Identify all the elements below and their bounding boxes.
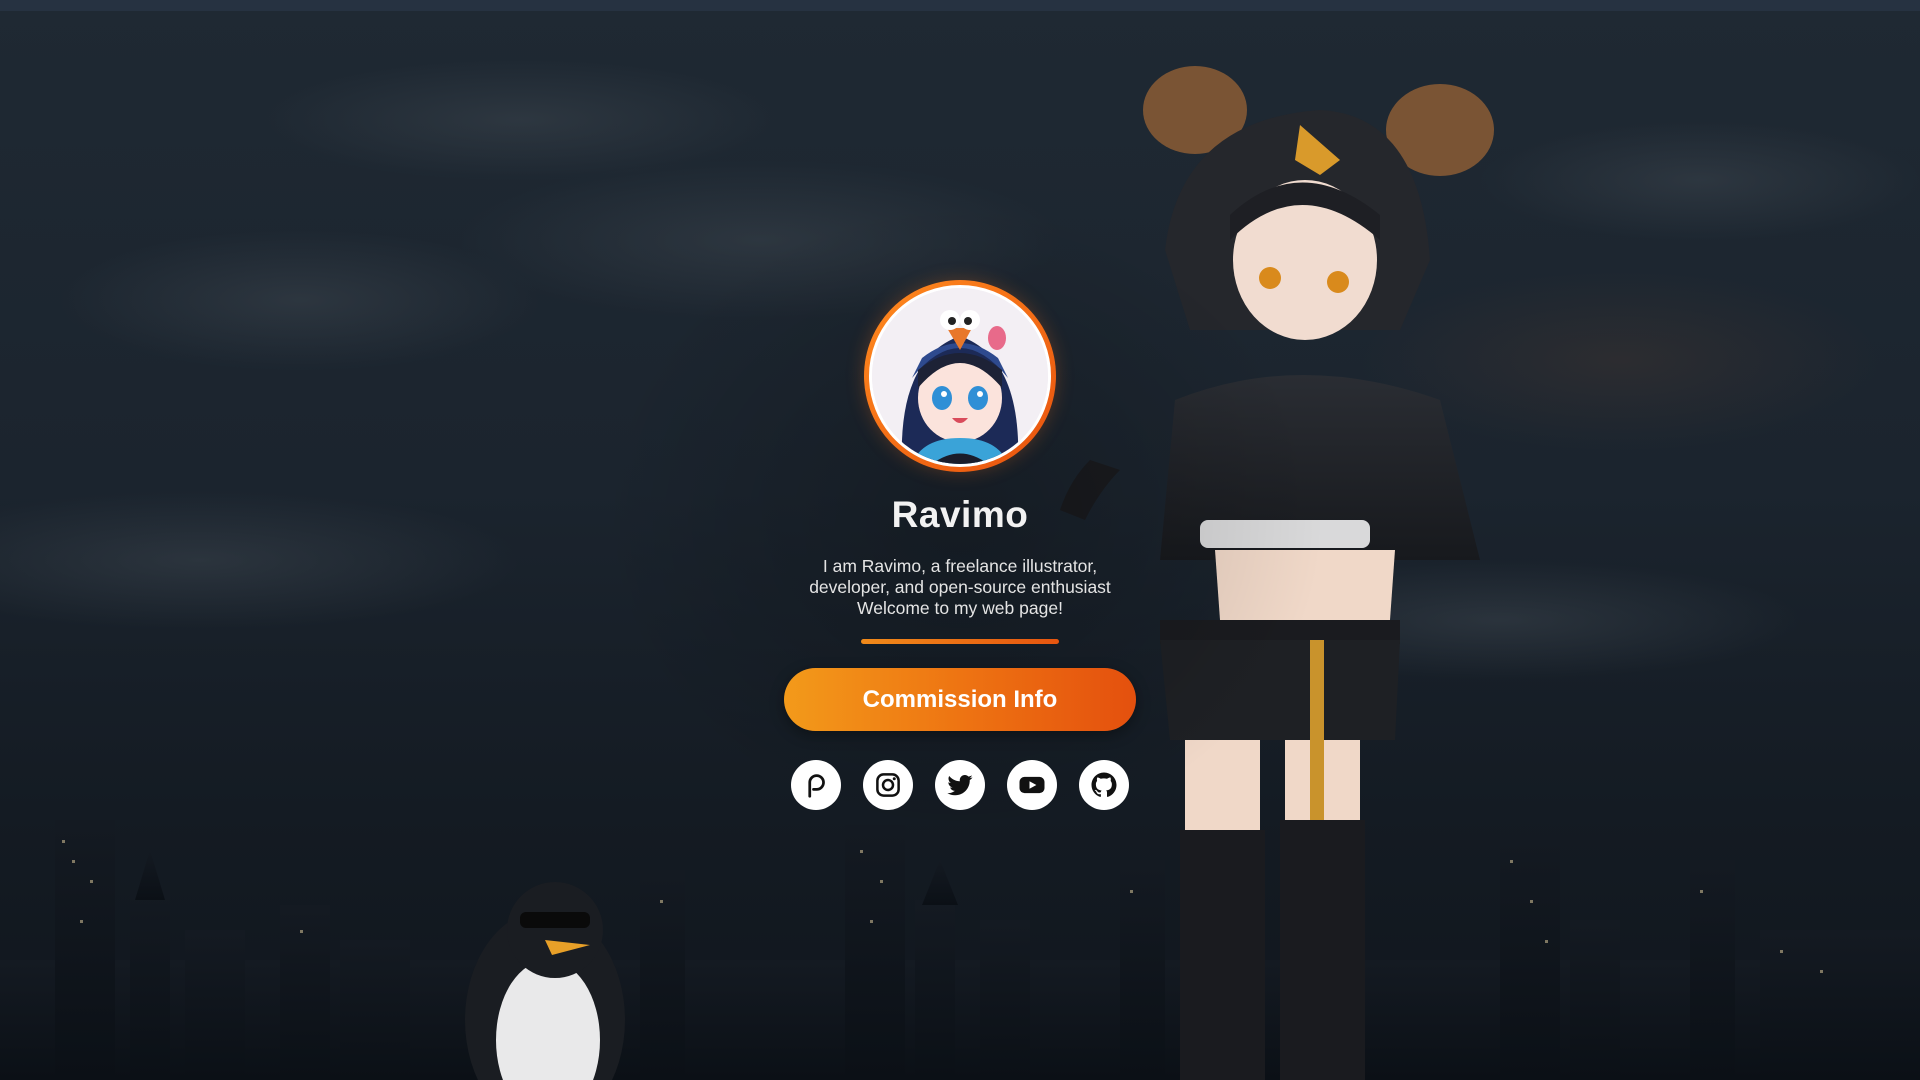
top-bar [0, 0, 1920, 11]
avatar-ring [864, 280, 1056, 472]
bio-line: developer, and open-source enthusiast [809, 577, 1111, 597]
instagram-link[interactable] [863, 760, 913, 810]
bio-line: I am Ravimo, a freelance illustrator, [822, 556, 1098, 576]
twitter-link[interactable] [935, 760, 985, 810]
twitter-icon [947, 775, 973, 796]
avatar-illustration [872, 288, 1048, 464]
profile-card: Ravimo I am Ravimo, a freelance illustra… [760, 280, 1160, 810]
youtube-link[interactable] [1007, 760, 1057, 810]
github-icon [1091, 772, 1117, 797]
profile-name: Ravimo [891, 494, 1029, 535]
patreon-icon [808, 774, 825, 798]
page-root: Ravimo I am Ravimo, a freelance illustra… [0, 0, 1920, 1080]
patreon-link[interactable] [791, 760, 841, 810]
profile-bio: I am Ravimo, a freelance illustrator, de… [760, 556, 1160, 619]
instagram-icon [876, 773, 900, 797]
accent-divider [861, 639, 1059, 644]
social-links [791, 760, 1129, 810]
commission-info-button[interactable]: Commission Info [784, 668, 1136, 731]
youtube-icon [1019, 776, 1045, 794]
avatar[interactable] [869, 285, 1051, 467]
github-link[interactable] [1079, 760, 1129, 810]
bio-line: Welcome to my web page! [857, 598, 1063, 618]
